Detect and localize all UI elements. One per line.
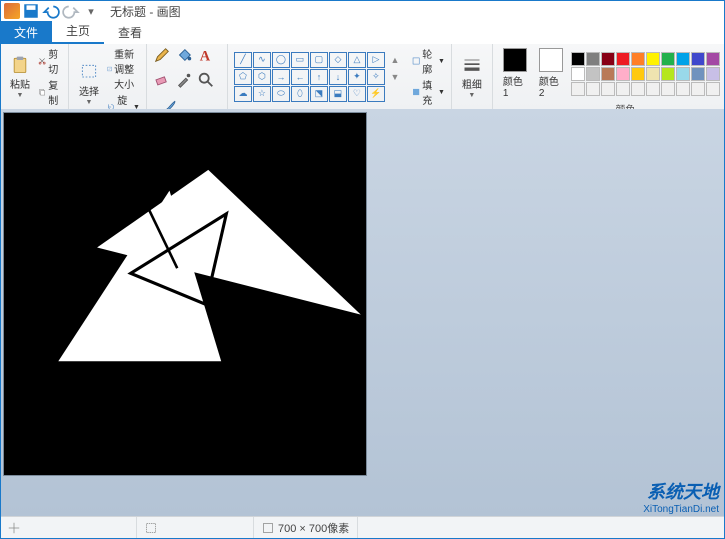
- palette-swatch[interactable]: [616, 67, 630, 81]
- palette-swatch[interactable]: [706, 82, 720, 96]
- palette-swatch[interactable]: [706, 52, 720, 66]
- palette-swatch[interactable]: [616, 52, 630, 66]
- canvas-size: 700 × 700像素: [254, 517, 358, 539]
- group-shapes: ╱∿◯▭▢◇△▷▲ ⬠⬡→←↑↓✦✧▼ ☁☆⬭⬯⬔⬓♡⚡ 轮廓 ▼ 填充 ▼ 形…: [228, 44, 452, 109]
- ribbon: 粘贴 ▼ 剪切 复制 剪贴板 选择 ▼ 重新调整大小 旋转 ▼ 图像: [0, 44, 725, 110]
- palette-swatch[interactable]: [706, 67, 720, 81]
- palette-swatch[interactable]: [601, 67, 615, 81]
- group-image: 选择 ▼ 重新调整大小 旋转 ▼ 图像: [69, 44, 147, 109]
- fill-button[interactable]: 填充 ▼: [412, 77, 445, 107]
- palette-swatch[interactable]: [661, 52, 675, 66]
- outline-button[interactable]: 轮廓 ▼: [412, 46, 445, 76]
- palette-swatch[interactable]: [571, 67, 585, 81]
- svg-text:A: A: [200, 48, 211, 64]
- watermark: 系统天地 XiTongTianDi.net: [643, 478, 719, 515]
- copy-button[interactable]: 复制: [38, 77, 62, 107]
- undo-icon[interactable]: [42, 2, 60, 20]
- palette-swatch[interactable]: [676, 52, 690, 66]
- palette-swatch[interactable]: [631, 52, 645, 66]
- color2-button[interactable]: 颜色 2: [535, 46, 567, 101]
- palette-swatch[interactable]: [586, 67, 600, 81]
- file-tab[interactable]: 文件: [0, 21, 52, 44]
- palette-swatch[interactable]: [646, 67, 660, 81]
- group-colors: 颜色 1 颜色 2 编辑颜色 颜色: [493, 44, 725, 109]
- palette-swatch[interactable]: [586, 52, 600, 66]
- color1-button[interactable]: 颜色 1: [499, 46, 531, 101]
- app-icon: [4, 3, 20, 19]
- palette-swatch[interactable]: [691, 52, 705, 66]
- palette-swatch[interactable]: [676, 67, 690, 81]
- palette-swatch[interactable]: [601, 52, 615, 66]
- group-tools: A 刷子 ▼ 工具: [147, 44, 228, 109]
- palette-swatch[interactable]: [616, 82, 630, 96]
- color-palette[interactable]: [571, 52, 720, 96]
- palette-swatch[interactable]: [601, 82, 615, 96]
- palette-swatch[interactable]: [676, 82, 690, 96]
- shape-gallery[interactable]: ╱∿◯▭▢◇△▷▲ ⬠⬡→←↑↓✦✧▼ ☁☆⬭⬯⬔⬓♡⚡: [234, 52, 404, 102]
- palette-swatch[interactable]: [571, 52, 585, 66]
- group-thickness: 粗细 ▼: [452, 44, 493, 109]
- palette-swatch[interactable]: [571, 82, 585, 96]
- statusbar: 700 × 700像素: [0, 516, 725, 539]
- magnifier-icon[interactable]: [197, 71, 215, 92]
- palette-swatch[interactable]: [691, 67, 705, 81]
- picker-icon[interactable]: [175, 71, 193, 92]
- palette-swatch[interactable]: [691, 82, 705, 96]
- redo-icon[interactable]: [62, 2, 80, 20]
- tab-row: 文件 主页 查看: [0, 22, 725, 44]
- home-tab[interactable]: 主页: [52, 19, 104, 44]
- titlebar: ▾ 无标题 - 画图: [0, 0, 725, 22]
- eraser-icon[interactable]: [153, 71, 171, 92]
- bucket-icon[interactable]: [175, 46, 193, 67]
- palette-swatch[interactable]: [631, 82, 645, 96]
- pencil-icon[interactable]: [153, 46, 171, 67]
- palette-swatch[interactable]: [631, 67, 645, 81]
- palette-swatch[interactable]: [661, 67, 675, 81]
- view-tab[interactable]: 查看: [104, 21, 156, 44]
- palette-swatch[interactable]: [586, 82, 600, 96]
- canvas-area[interactable]: [0, 109, 725, 517]
- save-icon[interactable]: [22, 2, 40, 20]
- cursor-pos: [0, 517, 137, 539]
- window-title: 无标题 - 画图: [110, 3, 181, 20]
- text-icon[interactable]: A: [197, 46, 215, 67]
- canvas[interactable]: [4, 113, 366, 475]
- resize-button[interactable]: 重新调整大小: [107, 46, 140, 91]
- qat-dropdown-icon[interactable]: ▾: [82, 2, 100, 20]
- selection-size: [137, 517, 254, 539]
- palette-swatch[interactable]: [646, 52, 660, 66]
- paste-button[interactable]: 粘贴 ▼: [6, 53, 34, 101]
- cut-button[interactable]: 剪切: [38, 46, 62, 76]
- thickness-button[interactable]: 粗细 ▼: [458, 53, 486, 101]
- palette-swatch[interactable]: [646, 82, 660, 96]
- select-button[interactable]: 选择 ▼: [75, 60, 103, 108]
- palette-swatch[interactable]: [661, 82, 675, 96]
- group-clipboard: 粘贴 ▼ 剪切 复制 剪贴板: [0, 44, 69, 109]
